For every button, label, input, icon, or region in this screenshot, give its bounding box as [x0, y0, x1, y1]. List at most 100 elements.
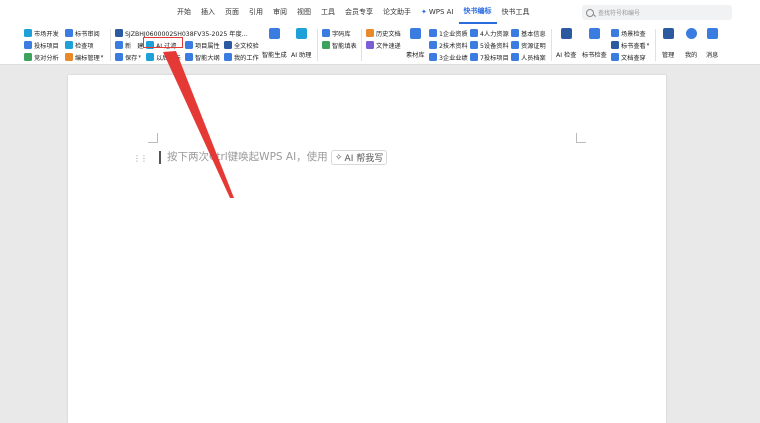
material-lib-button[interactable]: 素材库 [406, 28, 425, 59]
smart-tables-button[interactable]: 智能填表 [322, 40, 357, 50]
ai-check-button[interactable]: AI 检查 [556, 28, 576, 59]
bid-review-button[interactable]: 标书审阅 [65, 28, 100, 38]
tab-tools[interactable]: 工具 [316, 0, 340, 25]
tab-page[interactable]: 页面 [220, 0, 244, 25]
file-transfer-icon [366, 41, 374, 49]
word-lib-icon [322, 29, 330, 37]
bid-projects-button[interactable]: 7投标项目 [470, 52, 509, 62]
smart-gen-button[interactable]: 智能生成 [262, 28, 287, 59]
full-check-label: 全文校验 [234, 42, 259, 50]
my-work-icon [224, 53, 232, 61]
bid-project-button[interactable]: 投标项目 [24, 40, 59, 50]
tab-quick-tools[interactable]: 快书工具 [497, 0, 535, 25]
user-icon [685, 28, 697, 39]
ai-help-write-button[interactable]: ✧ AI 帮我写 [331, 150, 388, 165]
market-dev-label: 市场开发 [34, 30, 59, 38]
ai-help-write-label: AI 帮我写 [344, 154, 384, 164]
history-docs-label: 历史文档 [376, 30, 401, 38]
history-docs-button[interactable]: 历史文档 [366, 28, 401, 38]
bid-view-icon [611, 41, 619, 49]
smart-outline-button[interactable]: 智能大纲 [185, 52, 220, 62]
ai-check-label: AI 检查 [556, 52, 577, 59]
my-work-button[interactable]: 我的工作 [224, 52, 259, 62]
ribbon-toolbar: 市场开发 投标项目 竞对分析 标书审阅 检查项 编标管理 ▾ SJZBHJ0600… [0, 25, 760, 65]
check-items-button[interactable]: 检查项 [65, 40, 94, 50]
tab-view[interactable]: 视图 [292, 0, 316, 25]
personnel-file-label: 人员档案 [521, 54, 546, 62]
messages-label: 消息 [706, 52, 719, 59]
full-check-icon [224, 41, 232, 49]
smart-gen-label: 智能生成 [262, 52, 287, 59]
separator [361, 29, 362, 61]
personnel-file-button[interactable]: 人员档案 [511, 52, 546, 62]
manage-button[interactable]: 管理 [662, 28, 674, 59]
tab-wps-ai-label: WPS AI [428, 8, 454, 16]
new-label: 新 [125, 42, 132, 50]
project-props-label: 项目属性 [195, 42, 220, 50]
drag-handle-icon[interactable]: ⋮⋮ [133, 154, 148, 163]
history-docs-icon [366, 29, 374, 37]
tab-home[interactable]: 开始 [172, 0, 196, 25]
performance-icon [429, 53, 437, 61]
my-work-label: 我的工作 [234, 54, 259, 62]
search-input[interactable]: 查找符号和编号 [582, 5, 732, 20]
tab-thesis-assistant[interactable]: 论文助手 [378, 0, 416, 25]
tab-wps-ai[interactable]: ✦ WPS AI [416, 0, 459, 25]
smart-outline-label: 智能大纲 [195, 54, 220, 62]
tab-member[interactable]: 会员专享 [340, 0, 378, 25]
check-items-label: 检查项 [75, 42, 94, 50]
document-page[interactable] [68, 75, 666, 423]
tech-data-button[interactable]: 2技术资料 [429, 40, 468, 50]
sparkle-icon: ✧ [335, 152, 343, 163]
smart-gen-icon [268, 28, 280, 39]
qualification-icon [429, 29, 437, 37]
mine-button[interactable]: 我的 [685, 28, 697, 59]
bid-check-label: 标书检查 [582, 52, 607, 59]
new-button[interactable]: 新建 [115, 40, 143, 50]
project-props-button[interactable]: 项目属性 [185, 40, 220, 50]
save-icon [115, 53, 123, 61]
tab-quick-bid[interactable]: 快书编标 [458, 1, 497, 24]
ai-assistant-icon [295, 28, 307, 39]
bid-check-button[interactable]: 标书检查 [582, 28, 607, 59]
basic-info-label: 基本信息 [521, 30, 546, 38]
history-icon [146, 53, 154, 61]
qualification-label: 1企业资质 [439, 30, 468, 38]
history-bid-button[interactable]: 以后律标 [146, 52, 181, 62]
basic-info-button[interactable]: 基本信息 [511, 28, 546, 38]
scenario-check-label: 场景检查 [621, 30, 646, 38]
competitor-analysis-button[interactable]: 竞对分析 [24, 52, 59, 62]
save-button[interactable]: 保存 ▾ [115, 52, 141, 62]
mine-label: 我的 [685, 52, 698, 59]
tab-references[interactable]: 引用 [244, 0, 268, 25]
doc-search-label: 文档查穿 [621, 54, 646, 62]
separator [551, 29, 552, 61]
margin-corner-mark [576, 133, 586, 143]
word-lib-button[interactable]: 字码库 [322, 28, 351, 38]
performance-button[interactable]: 3企业业绩 [429, 52, 468, 62]
bid-view-button[interactable]: 标书查看 ▾ [611, 40, 649, 50]
market-dev-button[interactable]: 市场开发 [24, 28, 59, 38]
qualification-button[interactable]: 1企业资质 [429, 28, 468, 38]
tab-review[interactable]: 审阅 [268, 0, 292, 25]
search-placeholder: 查找符号和编号 [598, 10, 641, 17]
bid-management-button[interactable]: 编标管理 ▾ [65, 52, 103, 62]
equipment-button[interactable]: 5设备资料 [470, 40, 509, 50]
wps-ai-hint-text: 按下两次Ctrl键唤起WPS AI，使用 [167, 151, 328, 163]
scenario-check-button[interactable]: 场景检查 [611, 28, 646, 38]
ai-assistant-button[interactable]: AI 助理 [291, 28, 311, 59]
doc-search-button[interactable]: 文档查穿 [611, 52, 646, 62]
messages-button[interactable]: 消息 [706, 28, 718, 59]
bid-projects-icon [470, 53, 478, 61]
material-lib-icon [409, 28, 421, 39]
file-transfer-button[interactable]: 文件速递 [366, 40, 401, 50]
market-icon [24, 29, 32, 37]
tab-insert[interactable]: 插入 [196, 0, 220, 25]
menu-tab-bar: 开始 插入 页面 引用 审阅 视图 工具 会员专享 论文助手 ✦ WPS AI 快… [0, 0, 760, 25]
review-icon [65, 29, 73, 37]
hr-button[interactable]: 4人力资源 [470, 28, 509, 38]
bid-projects-label: 7投标项目 [480, 54, 509, 62]
outline-icon [185, 53, 193, 61]
full-check-button[interactable]: 全文校验 [224, 40, 259, 50]
resource-proof-button[interactable]: 资源证明 [511, 40, 546, 50]
